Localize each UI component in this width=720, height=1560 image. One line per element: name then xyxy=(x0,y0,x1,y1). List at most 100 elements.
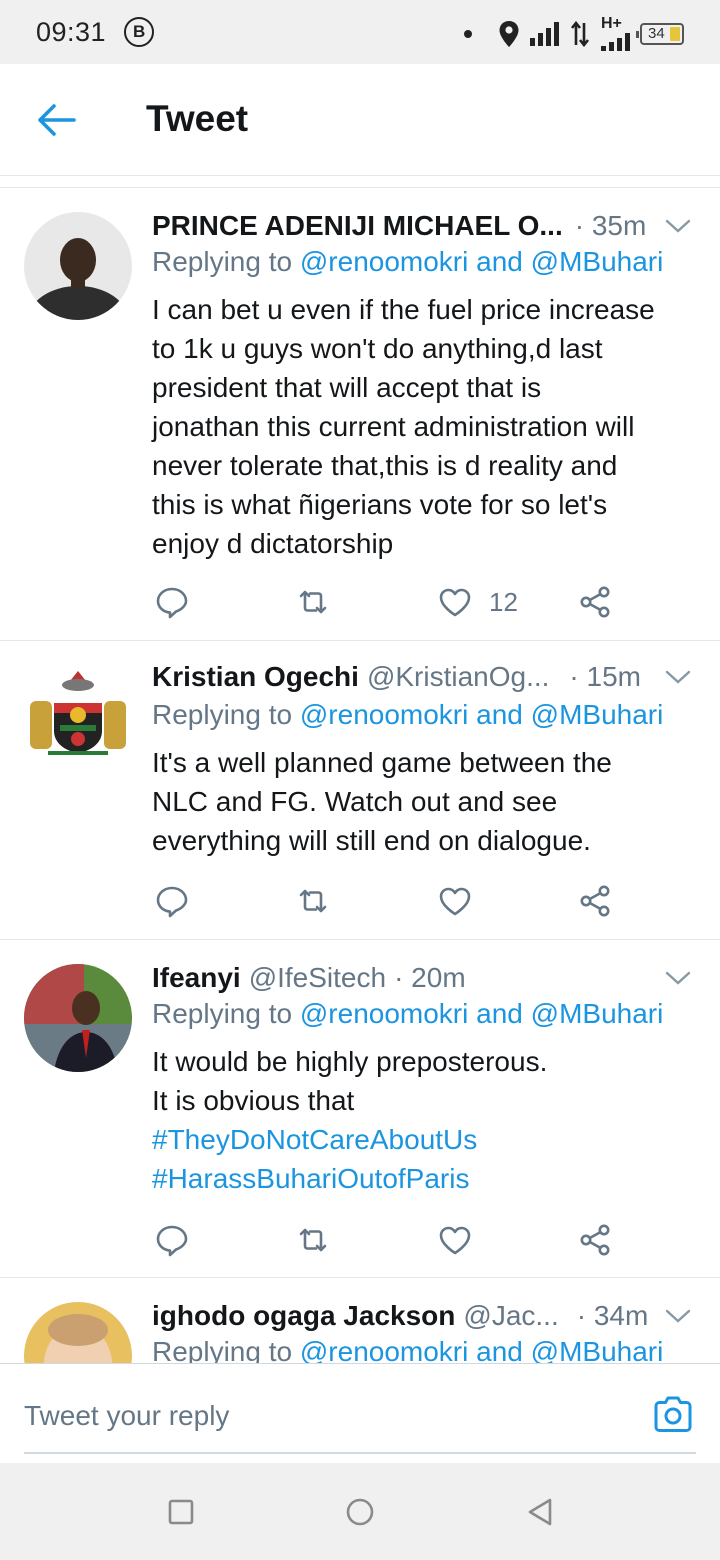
status-time: 09:31 xyxy=(36,16,107,47)
heart-icon xyxy=(439,588,471,617)
tweet-item[interactable]: ighodo ogaga Jackson @Jac... · 34m Reply… xyxy=(0,1278,720,1363)
location-icon xyxy=(499,20,519,47)
tweet-author-name[interactable]: ighodo ogaga Jackson xyxy=(152,1300,455,1332)
mention-link[interactable]: @MBuhari xyxy=(531,699,664,730)
hashtag-link[interactable]: #TheyDoNotCareAboutUs xyxy=(152,1120,696,1159)
share-button[interactable] xyxy=(577,1220,613,1260)
tweet-time: · 15m xyxy=(569,661,641,692)
back-icon[interactable] xyxy=(525,1497,555,1527)
avatar[interactable] xyxy=(24,964,132,1072)
tweet-author-handle[interactable]: @IfeSitech xyxy=(249,962,386,994)
reply-icon xyxy=(156,1225,188,1257)
mention-link[interactable]: @renoomokri xyxy=(300,699,468,730)
share-button[interactable] xyxy=(577,582,613,622)
tweet-text-line: It would be highly preposterous. xyxy=(152,1046,548,1077)
tweet-header: Kristian Ogechi @KristianOg... · 15m xyxy=(152,657,692,697)
mention-link[interactable]: @renoomokri xyxy=(300,998,468,1029)
tweet-text-line: never tolerate that,this is d reality an… xyxy=(152,450,618,481)
mention-link[interactable]: @renoomokri xyxy=(300,246,468,277)
tweet-actions: 12 xyxy=(152,582,672,622)
mention-conjunction: and xyxy=(468,699,531,730)
signal-strength-2-icon xyxy=(601,33,630,51)
like-button[interactable] xyxy=(437,1220,489,1260)
tweet-text-line: president that will accept that is xyxy=(152,372,542,403)
tweet-header: PRINCE ADENIJI MICHAEL O... · 35m xyxy=(152,206,692,246)
chevron-down-icon[interactable] xyxy=(664,212,692,240)
mention-link[interactable]: @MBuhari xyxy=(531,246,664,277)
hashtag-link[interactable]: #HarassBuhariOutofParis xyxy=(152,1159,696,1198)
home-icon[interactable] xyxy=(345,1497,375,1527)
b-badge-icon: B xyxy=(124,17,155,47)
heart-icon xyxy=(439,1226,471,1255)
status-icons: H+ 34 xyxy=(464,16,684,51)
mention-link[interactable]: @MBuhari xyxy=(531,998,664,1029)
network-type: H+ xyxy=(601,15,622,32)
avatar[interactable] xyxy=(24,212,132,320)
retweet-icon xyxy=(299,889,327,913)
mention-conjunction: and xyxy=(468,1336,531,1363)
recent-apps-icon[interactable] xyxy=(166,1497,196,1527)
reply-input[interactable] xyxy=(24,1394,624,1438)
reply-icon xyxy=(156,587,188,619)
tweet-author-name[interactable]: Kristian Ogechi xyxy=(152,661,359,693)
retweet-button[interactable] xyxy=(295,582,331,622)
page-title: Tweet xyxy=(146,98,249,139)
tweet-actions xyxy=(152,881,672,921)
arrow-left-icon[interactable] xyxy=(36,102,76,138)
replying-to: Replying to @renoomokri and @MBuhari xyxy=(152,998,700,1030)
tweet-header: Ifeanyi @IfeSitech · 20m xyxy=(152,958,692,998)
input-underline xyxy=(24,1452,696,1454)
tweet-author-handle[interactable]: @Jac... xyxy=(463,1300,558,1332)
mention-link[interactable]: @MBuhari xyxy=(531,1336,664,1363)
tweet-item[interactable]: PRINCE ADENIJI MICHAEL O... · 35m Replyi… xyxy=(0,188,720,641)
share-icon xyxy=(580,586,610,618)
reply-button[interactable] xyxy=(154,881,190,921)
reply-button[interactable] xyxy=(154,582,190,622)
mention-link[interactable]: @renoomokri xyxy=(300,1336,468,1363)
tweet-text-line: to 1k u guys won't do anything,d last xyxy=(152,333,603,364)
retweet-icon xyxy=(299,590,327,614)
share-icon xyxy=(580,885,610,917)
tweet-text-line: It's a well planned game between the xyxy=(152,747,612,778)
tweet-item[interactable]: Ifeanyi @IfeSitech · 20m Replying to @re… xyxy=(0,940,720,1278)
tweet-time: · 20m xyxy=(394,962,466,993)
tweet-text: It's a well planned game between the NLC… xyxy=(152,743,696,860)
notification-dot-icon xyxy=(464,29,472,38)
signal-strength-icon xyxy=(530,21,559,46)
retweet-icon xyxy=(299,1228,327,1252)
retweet-button[interactable] xyxy=(295,1220,331,1260)
chevron-down-icon[interactable] xyxy=(664,964,692,992)
replying-prefix: Replying to xyxy=(152,1336,300,1363)
tweet-text-line: I can bet u even if the fuel price incre… xyxy=(152,294,655,325)
tweet-author-name[interactable]: Ifeanyi xyxy=(152,962,241,994)
reply-feed[interactable]: PRINCE ADENIJI MICHAEL O... · 35m Replyi… xyxy=(0,188,720,1363)
reply-button[interactable] xyxy=(154,1220,190,1260)
avatar[interactable] xyxy=(24,1302,132,1363)
like-button[interactable] xyxy=(437,881,489,921)
mention-conjunction: and xyxy=(468,246,531,277)
like-button[interactable]: 12 xyxy=(437,582,518,622)
chevron-down-icon[interactable] xyxy=(664,1302,692,1330)
chevron-down-icon[interactable] xyxy=(664,663,692,691)
replying-prefix: Replying to xyxy=(152,998,300,1029)
tweet-author-name[interactable]: PRINCE ADENIJI MICHAEL O... xyxy=(152,210,563,242)
tweet-time: · 34m xyxy=(576,1300,649,1331)
hplus-signal: H+ xyxy=(601,16,630,51)
tweet-text: I can bet u even if the fuel price incre… xyxy=(152,290,696,563)
like-count: 12 xyxy=(489,586,518,617)
share-button[interactable] xyxy=(577,881,613,921)
tweet-text-line: enjoy d dictatorship xyxy=(152,528,394,559)
tweet-text-line: NLC and FG. Watch out and see xyxy=(152,786,558,817)
tweet-text-line: It is obvious that xyxy=(152,1085,355,1116)
tweet-author-handle[interactable]: @KristianOg... xyxy=(367,661,549,693)
tweet-item[interactable]: Kristian Ogechi @KristianOg... · 15m Rep… xyxy=(0,641,720,940)
retweet-button[interactable] xyxy=(295,881,331,921)
camera-icon[interactable] xyxy=(652,1394,694,1434)
tweet-text-line: this is what ñigerians vote for so let's xyxy=(152,489,608,520)
reply-icon xyxy=(156,886,188,918)
avatar[interactable] xyxy=(24,663,132,771)
share-icon xyxy=(580,1224,610,1256)
app-header: Tweet xyxy=(0,64,720,176)
heart-icon xyxy=(439,887,471,916)
replying-to: Replying to @renoomokri and @MBuhari xyxy=(152,246,700,278)
